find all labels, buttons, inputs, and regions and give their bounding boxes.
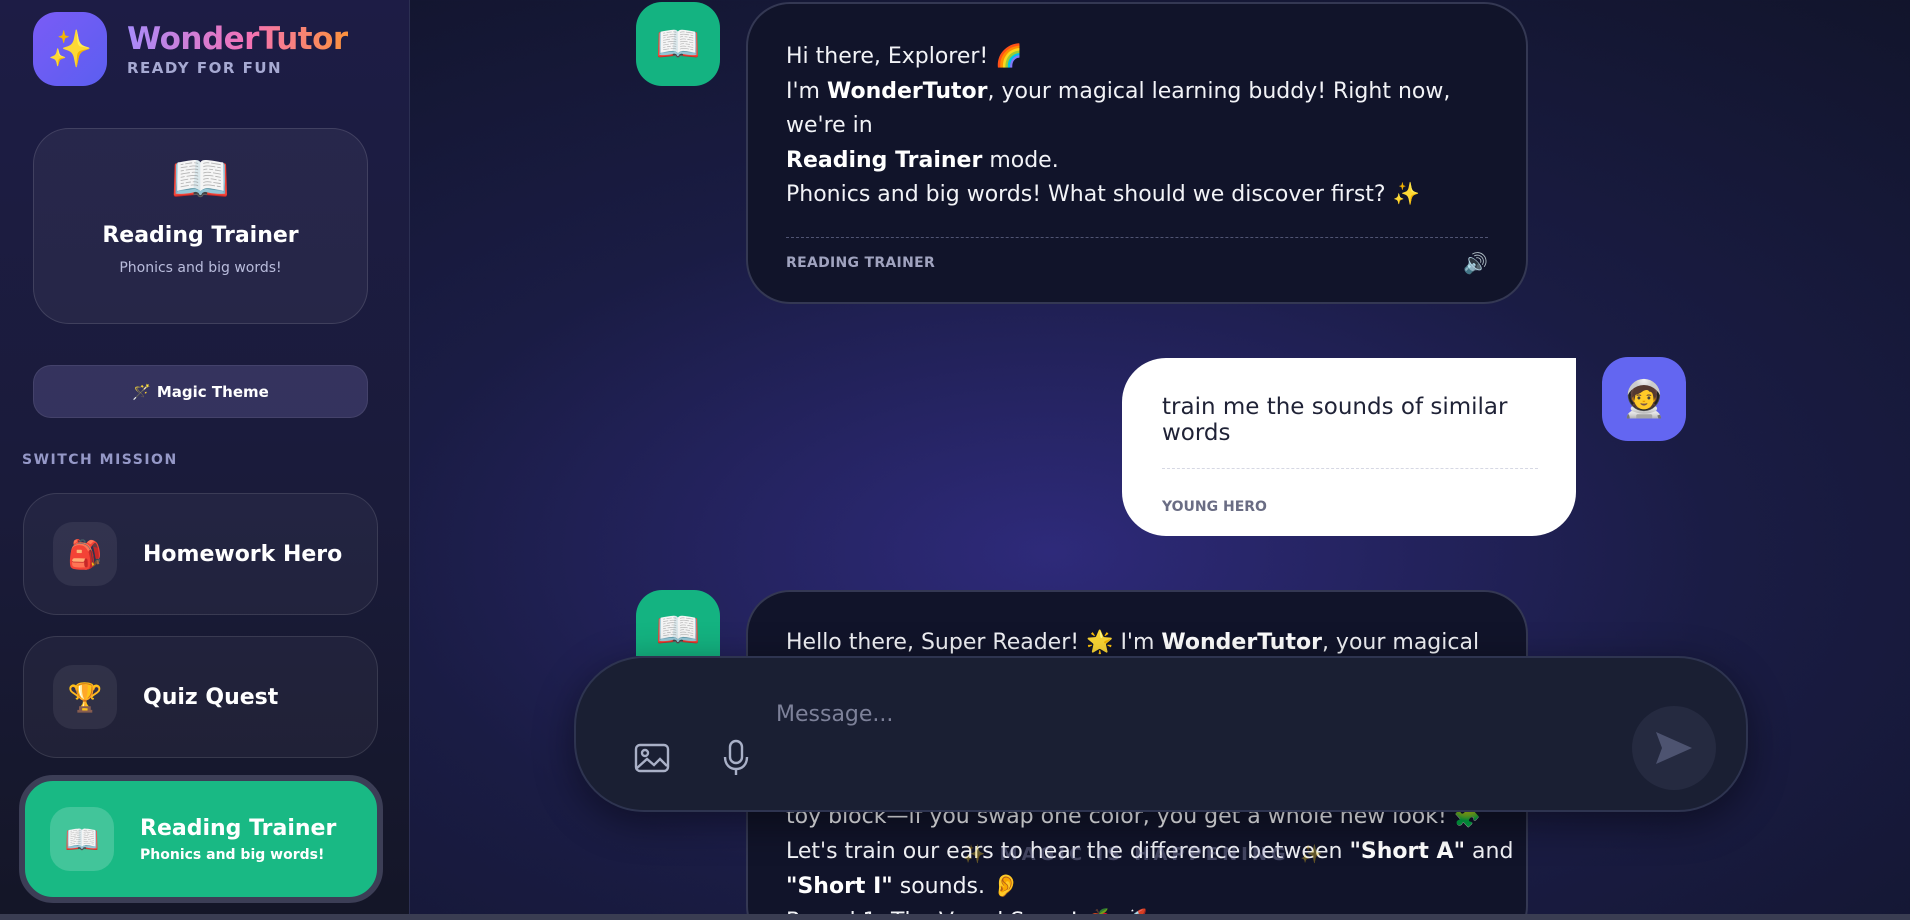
- message-line: I'm WonderTutor, your magical learning b…: [786, 78, 1451, 139]
- magic-theme-label: Magic Theme: [156, 382, 269, 401]
- current-mode-subtitle: Phonics and big words!: [119, 260, 282, 276]
- user-avatar: 🧑‍🚀: [1602, 357, 1686, 441]
- mission-title: Quiz Quest: [143, 684, 279, 710]
- message-input[interactable]: [776, 696, 1536, 732]
- magic-theme-button[interactable]: 🪄 Magic Theme: [33, 365, 368, 418]
- current-mode-title: Reading Trainer: [102, 223, 299, 248]
- mission-subtitle: Phonics and big words!: [140, 846, 325, 863]
- mission-title: Homework Hero: [143, 541, 343, 567]
- window-bottom-edge: [0, 914, 1910, 920]
- user-message: train me the sounds of similar words YOU…: [1122, 358, 1576, 536]
- sparkles-logo-icon: ✨: [33, 12, 107, 86]
- open-book-icon: 📖: [170, 151, 231, 207]
- mission-homework-hero[interactable]: 🎒 Homework Hero: [23, 493, 378, 615]
- speaker-icon[interactable]: 🔊: [1463, 246, 1488, 281]
- microphone-icon[interactable]: [710, 732, 762, 784]
- switch-mission-heading: SWITCH MISSION: [22, 452, 178, 468]
- astronaut-icon: 🧑‍🚀: [1621, 379, 1667, 420]
- assistant-message: Hi there, Explorer! 🌈 I'm WonderTutor, y…: [746, 2, 1528, 304]
- send-icon: [1656, 732, 1692, 764]
- trophy-icon: 🏆: [53, 665, 117, 729]
- user-message-text: train me the sounds of similar words: [1162, 394, 1508, 446]
- app-subtitle: READY FOR FUN: [127, 59, 283, 77]
- open-book-icon: 📖: [655, 610, 701, 651]
- open-book-icon: 📖: [655, 24, 701, 65]
- message-composer: [574, 656, 1748, 812]
- app-title: WonderTutor: [127, 21, 348, 57]
- message-mode-tag: READING TRAINER: [786, 255, 936, 272]
- send-button[interactable]: [1632, 706, 1716, 790]
- mission-quiz-quest[interactable]: 🏆 Quiz Quest: [23, 636, 378, 758]
- message-line: Phonics and big words! What should we di…: [786, 182, 1420, 207]
- sidebar: ✨ WonderTutor READY FOR FUN 📖 Reading Tr…: [0, 0, 410, 920]
- mission-title: Reading Trainer: [140, 815, 337, 841]
- tutor-avatar: 📖: [636, 2, 720, 86]
- typing-indicator: ✨ MAGIC IS HAPPENING ✨: [963, 844, 1327, 865]
- user-tag: YOUNG HERO: [1162, 499, 1267, 515]
- message-line: "Short I" sounds. 👂: [786, 874, 1020, 899]
- magic-wand-icon: 🪄: [132, 382, 151, 401]
- message-greeting: Hi there, Explorer! 🌈: [786, 44, 1023, 69]
- tutor-avatar: 📖: [636, 590, 720, 656]
- backpack-icon: 🎒: [53, 522, 117, 586]
- current-mode-card: 📖 Reading Trainer Phonics and big words!: [33, 128, 368, 324]
- brand: ✨ WonderTutor READY FOR FUN: [33, 12, 348, 86]
- image-upload-icon[interactable]: [626, 732, 678, 784]
- mission-reading-trainer[interactable]: 📖 Reading Trainer Phonics and big words!: [19, 775, 383, 903]
- message-line: Reading Trainer mode.: [786, 147, 1059, 173]
- open-book-icon: 📖: [50, 807, 114, 871]
